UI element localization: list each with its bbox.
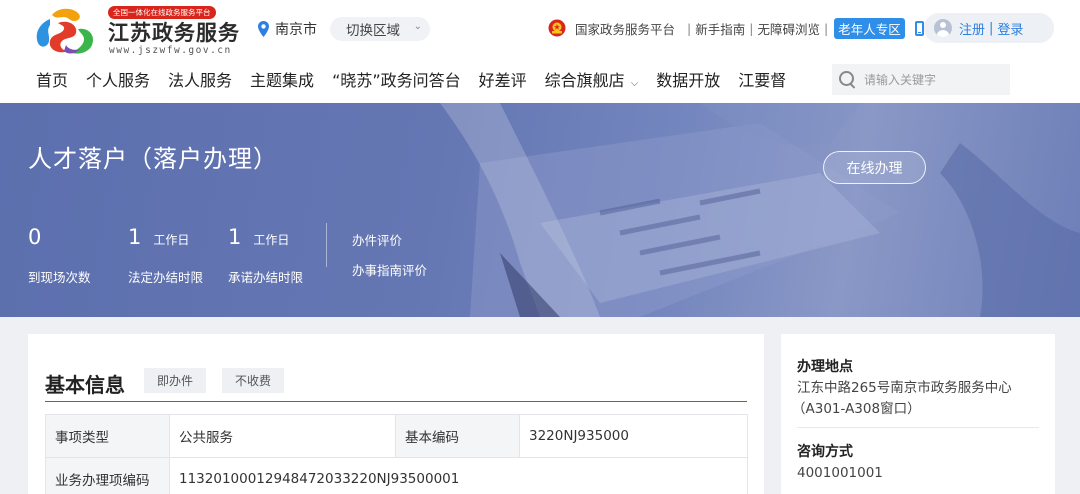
search-input[interactable] bbox=[864, 72, 1004, 87]
table-row: 业务办理项编码 11320100012948472033220NJ9350000… bbox=[45, 457, 748, 494]
switch-area-dropdown[interactable]: 切换区域 ⌄ bbox=[330, 17, 430, 41]
stat-value: 0 bbox=[28, 225, 42, 249]
nav-flagship-label: 综合旗舰店 bbox=[544, 71, 625, 90]
switch-area-label: 切换区域 bbox=[346, 23, 400, 39]
divider: | bbox=[989, 20, 994, 36]
page-title: 人才落户（落户办理） bbox=[28, 145, 278, 173]
consult-phone: 4001001001 bbox=[797, 465, 883, 481]
basic-code-value: 3220NJ935000 bbox=[519, 414, 748, 458]
nav-open-data[interactable]: 数据开放 bbox=[656, 67, 720, 91]
basic-code-label: 基本编码 bbox=[395, 414, 520, 458]
divider: | bbox=[749, 20, 754, 36]
divider bbox=[45, 401, 747, 402]
stat-label: 法定办结时限 bbox=[128, 270, 204, 285]
case-evaluation-link[interactable]: 办件评价 bbox=[352, 230, 402, 249]
guide-link[interactable]: 新手指南 bbox=[695, 19, 745, 38]
chevron-down-icon: ⌄ bbox=[413, 21, 422, 32]
divider: | bbox=[687, 20, 692, 36]
divider bbox=[797, 427, 1039, 428]
logo-tagline: 全国一体化在线政务服务平台 bbox=[108, 6, 216, 19]
location-label: 办理地点 bbox=[797, 359, 853, 375]
site-logo[interactable]: 全国一体化在线政务服务平台 江苏政务服务 www.jszwfw.gov.cn bbox=[28, 5, 240, 57]
user-avatar-icon bbox=[934, 19, 952, 37]
table-row: 事项类型 公共服务 基本编码 3220NJ935000 bbox=[45, 414, 748, 458]
business-code-value: 11320100012948472033220NJ93500001 bbox=[169, 457, 748, 494]
basic-info-table: 事项类型 公共服务 基本编码 3220NJ935000 业务办理项编码 1132… bbox=[45, 414, 748, 494]
location-pin-icon bbox=[258, 21, 269, 37]
city-name: 南京市 bbox=[275, 22, 317, 38]
nav-theme[interactable]: 主题集成 bbox=[250, 67, 314, 91]
nav-rating[interactable]: 好差评 bbox=[479, 67, 527, 91]
site-header: 全国一体化在线政务服务平台 江苏政务服务 www.jszwfw.gov.cn 南… bbox=[0, 0, 1080, 103]
register-link[interactable]: 注册 bbox=[959, 19, 985, 38]
search-icon[interactable] bbox=[839, 71, 856, 88]
logo-url: www.jszwfw.gov.cn bbox=[109, 45, 232, 56]
instant-item-tag: 即办件 bbox=[144, 368, 206, 393]
online-apply-button[interactable]: 在线办理 bbox=[823, 151, 926, 184]
service-location-card: 办理地点 江东中路265号南京市政务服务中心 （A301-A308窗口） 咨询方… bbox=[781, 334, 1055, 494]
stat-legal-deadline: 1 工作日 bbox=[128, 225, 189, 249]
current-city[interactable]: 南京市 bbox=[258, 18, 317, 40]
section-title: 基本信息 bbox=[45, 373, 125, 397]
business-code-label: 业务办理项编码 bbox=[45, 457, 170, 494]
national-emblem-icon bbox=[548, 19, 566, 37]
stat-unit: 工作日 bbox=[253, 233, 290, 247]
stat-promised-deadline: 1 工作日 bbox=[228, 225, 289, 249]
login-area: 注册 | 登录 bbox=[924, 13, 1054, 43]
logo-title: 江苏政务服务 bbox=[108, 21, 240, 45]
consult-label: 咨询方式 bbox=[797, 444, 853, 460]
accessible-link[interactable]: 无障碍浏览 bbox=[757, 19, 820, 38]
service-banner: 人才落户（落户办理） 在线办理 0 到现场次数 1 工作日 法定办结时限 1 工作日… bbox=[0, 103, 1080, 317]
item-type-label: 事项类型 bbox=[45, 414, 170, 458]
main-nav: 首页 个人服务 法人服务 主题集成 “晓苏”政务问答台 好差评 综合旗舰店 ⌵ 数… bbox=[36, 68, 804, 90]
login-link[interactable]: 登录 bbox=[997, 19, 1023, 38]
national-platform-link[interactable]: 国家政务服务平台 bbox=[575, 19, 675, 38]
item-type-value: 公共服务 bbox=[169, 414, 396, 458]
logo-mark-icon bbox=[36, 8, 94, 54]
mobile-phone-icon[interactable] bbox=[914, 20, 924, 36]
location-window: （A301-A308窗口） bbox=[792, 401, 921, 417]
stat-value: 1 bbox=[228, 225, 242, 249]
stat-label: 承诺办结时限 bbox=[228, 270, 304, 285]
free-of-charge-tag: 不收费 bbox=[222, 368, 284, 393]
divider bbox=[326, 223, 327, 267]
nav-legal-person[interactable]: 法人服务 bbox=[168, 67, 232, 91]
stat-visits: 0 bbox=[28, 225, 41, 249]
nav-supervision[interactable]: 江要督 bbox=[738, 67, 786, 91]
stat-label: 到现场次数 bbox=[28, 270, 91, 285]
stat-value: 1 bbox=[128, 225, 142, 249]
elder-zone-link[interactable]: 老年人专区 bbox=[834, 17, 905, 39]
search-box bbox=[832, 64, 1010, 95]
nav-personal[interactable]: 个人服务 bbox=[86, 67, 150, 91]
location-address: 江东中路265号南京市政务服务中心 bbox=[797, 380, 1012, 396]
divider: | bbox=[823, 20, 829, 36]
nav-xiaosu-qa[interactable]: “晓苏”政务问答台 bbox=[332, 67, 461, 91]
basic-info-card: 基本信息 即办件 不收费 事项类型 公共服务 基本编码 3220NJ935000… bbox=[28, 334, 764, 494]
chevron-down-icon: ⌵ bbox=[630, 78, 639, 89]
stat-unit: 工作日 bbox=[153, 233, 190, 247]
top-links: 国家政务服务平台 | 新手指南 | 无障碍浏览 | 老年人专区 bbox=[548, 16, 924, 40]
nav-flagship[interactable]: 综合旗舰店 ⌵ bbox=[545, 67, 639, 91]
nav-home[interactable]: 首页 bbox=[36, 67, 68, 91]
guide-evaluation-link[interactable]: 办事指南评价 bbox=[352, 260, 427, 279]
